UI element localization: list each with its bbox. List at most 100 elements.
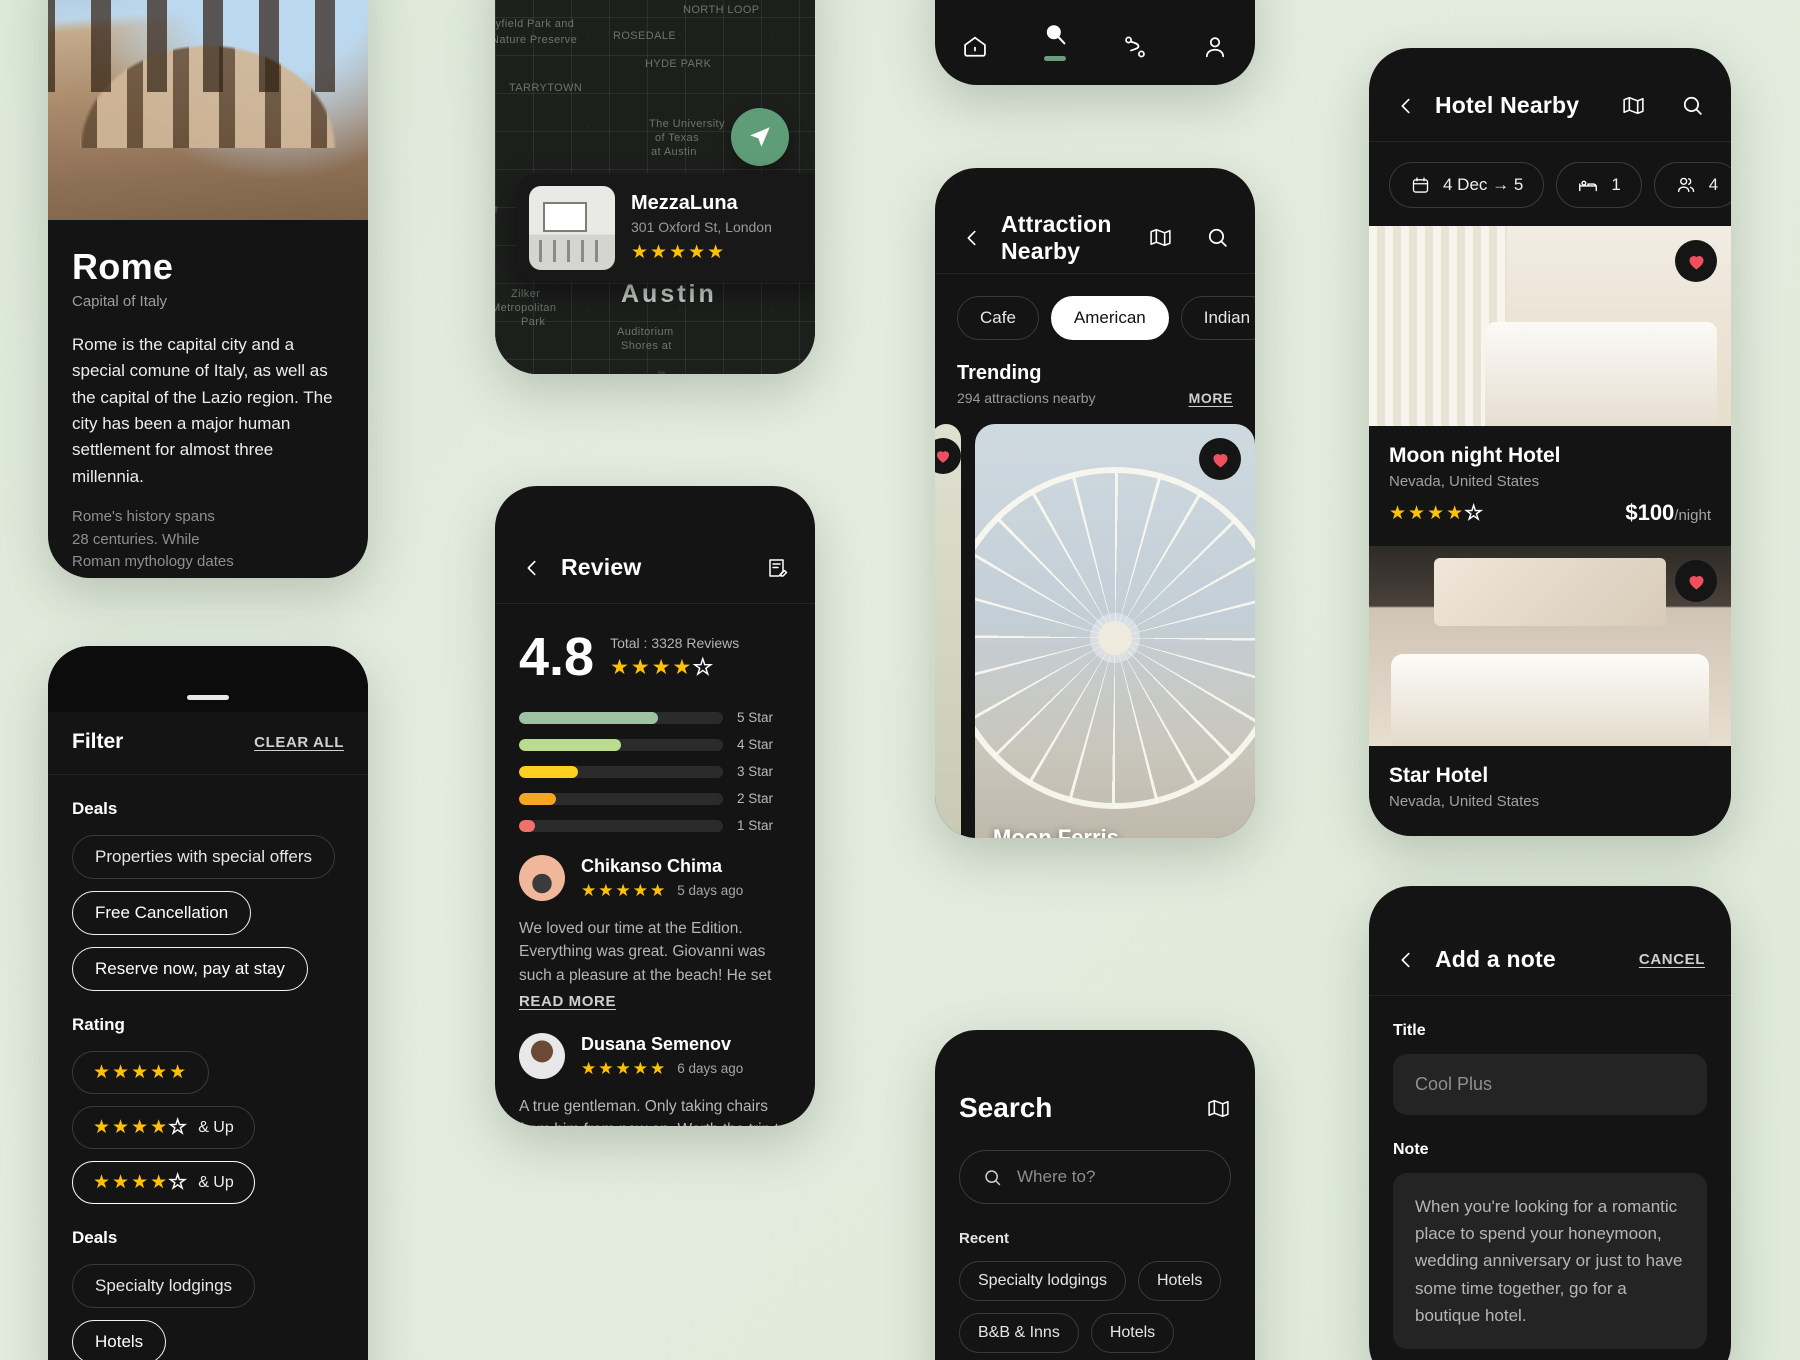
filter-chip-guests[interactable]: 4: [1653, 162, 1731, 208]
attraction-card-peek[interactable]: [935, 424, 961, 838]
filter-chip-specialty-lodgings[interactable]: Specialty lodgings: [72, 1264, 256, 1308]
back-icon[interactable]: [521, 557, 543, 579]
search-placeholder: Where to?: [1017, 1167, 1096, 1186]
search-icon: [982, 1167, 1003, 1188]
title-input[interactable]: Cool Plus: [1393, 1054, 1707, 1115]
hotel-name: Star Hotel: [1389, 764, 1489, 787]
attraction-header: Attraction Nearby: [935, 202, 1255, 274]
review-item: Dusana Semenov ★★★★★ 6 days ago A true g…: [519, 1011, 791, 1126]
drag-handle[interactable]: [187, 695, 229, 700]
nav-item-profile[interactable]: [1201, 33, 1229, 61]
add-note-screen: Add a note CANCEL Title Cool Plus Note W…: [1369, 886, 1731, 1360]
filter-sheet: Filter CLEAR ALL Deals Properties with s…: [48, 646, 368, 1360]
recent-chip-hotels[interactable]: Hotels: [1137, 1261, 1222, 1301]
back-icon[interactable]: [1395, 949, 1417, 971]
nav-item-search[interactable]: [1041, 20, 1069, 61]
rating-chip-5[interactable]: ★★★★★: [72, 1051, 210, 1094]
hotel-card-moon-night[interactable]: Moon night Hotel Nevada, United States ★…: [1369, 226, 1731, 546]
hotel-filter-row: 4 Dec → 5 1 4: [1369, 142, 1731, 226]
page-title: Add a note: [1435, 946, 1556, 972]
price-unit: /night: [1674, 507, 1711, 524]
search-title-row: Search: [959, 1092, 1231, 1124]
place-name: MezzaLuna: [631, 192, 738, 214]
locate-me-button[interactable]: [731, 108, 789, 166]
back-icon[interactable]: [1395, 95, 1417, 117]
rating-chip-4-up[interactable]: ★★★★★ & Up: [72, 1106, 255, 1149]
filter-chip-rooms[interactable]: 1: [1556, 162, 1642, 208]
category-chip-indian[interactable]: Indian: [1180, 296, 1255, 340]
attraction-image: [975, 424, 1255, 838]
place-address: 301 Oxford St, London: [631, 219, 772, 235]
price-amount: $100: [1625, 500, 1675, 525]
rome-hero-image: [48, 0, 368, 220]
filter-label: 1: [1611, 175, 1621, 194]
nav-item-route[interactable]: [1121, 33, 1149, 61]
clear-all-button[interactable]: CLEAR ALL: [254, 734, 344, 751]
category-chip-american[interactable]: American: [1050, 296, 1169, 340]
favorite-heart-icon[interactable]: [1199, 438, 1241, 480]
recent-chip-bnb-inns[interactable]: B&B & Inns: [959, 1313, 1079, 1353]
rome-detail-card: Rome Capital of Italy Rome is the capita…: [48, 0, 368, 578]
user-icon: [1201, 33, 1229, 61]
bar-row: 2 Star: [519, 791, 791, 806]
search-icon[interactable]: [1205, 225, 1230, 250]
attraction-card-moon-ferris[interactable]: Moon Ferris 350 Oxford St, London: [975, 424, 1255, 838]
favorite-heart-icon[interactable]: [1675, 240, 1717, 282]
search-input[interactable]: Where to?: [959, 1150, 1231, 1204]
favorite-heart-icon[interactable]: [935, 438, 961, 474]
more-link[interactable]: MORE: [1189, 390, 1233, 406]
search-icon[interactable]: [1680, 93, 1705, 118]
hotel-card-star-hotel[interactable]: Star Hotel Nevada, United States: [1369, 546, 1731, 830]
attraction-card-scroller[interactable]: Moon Ferris 350 Oxford St, London So Isl…: [935, 406, 1255, 838]
total-reviews: Total : 3328 Reviews: [610, 634, 740, 651]
back-icon[interactable]: [961, 227, 983, 249]
filter-body: Deals Properties with special offers Fre…: [48, 799, 368, 1360]
bottom-nav-bar: [935, 0, 1255, 85]
recent-chip-specialty-lodgings[interactable]: Specialty lodgings: [959, 1261, 1126, 1301]
hotel-image: [1369, 226, 1731, 426]
map-icon[interactable]: [1148, 225, 1173, 250]
filter-chip-free-cancellation[interactable]: Free Cancellation: [72, 891, 252, 935]
hotel-location: Nevada, United States: [1389, 793, 1540, 810]
bar-track: [519, 711, 723, 724]
filter-chip-reserve-now[interactable]: Reserve now, pay at stay: [72, 947, 308, 991]
route-icon: [1121, 33, 1149, 61]
map-card[interactable]: NORTH LOOP ROSEDALE HYDE PARK TARRYTOWN …: [495, 0, 815, 374]
note-textarea[interactable]: When you're looking for a romantic place…: [1393, 1173, 1707, 1349]
place-thumbnail: [529, 186, 615, 270]
page-title: Search: [959, 1092, 1053, 1123]
rome-secondary-row: Rome's history spans 28 centuries. While…: [72, 490, 344, 578]
recent-chip-hotels-2[interactable]: Hotels: [1090, 1313, 1175, 1353]
hotel-name: Moon night Hotel: [1389, 444, 1561, 467]
favorite-heart-icon[interactable]: [1675, 560, 1717, 602]
read-more-link[interactable]: READ MORE: [519, 993, 616, 1010]
map-icon[interactable]: [1621, 93, 1646, 118]
star-rating: ★★★★★: [610, 655, 715, 679]
avatar: [519, 855, 565, 901]
bar-label: 1 Star: [737, 818, 774, 833]
filter-label: 4: [1708, 175, 1719, 194]
bar-fill: [519, 819, 536, 832]
calendar-icon: [1410, 175, 1431, 196]
rating-chip-4-up-selected[interactable]: ★★★★★ & Up: [72, 1161, 255, 1204]
filter-chip-special-offers[interactable]: Properties with special offers: [72, 835, 336, 879]
review-text: A true gentleman. Only taking chairs fro…: [519, 1098, 787, 1126]
bar-fill: [519, 765, 579, 778]
cancel-button[interactable]: CANCEL: [1639, 951, 1705, 968]
hotel-info: Star Hotel Nevada, United States: [1369, 746, 1731, 830]
avatar: [519, 1033, 565, 1079]
star-rating: ★★★★★: [1389, 502, 1485, 524]
write-review-icon[interactable]: [765, 556, 789, 580]
nav-item-home[interactable]: [961, 33, 989, 61]
star-rating: ★★★★★: [93, 1171, 189, 1193]
category-chip-cafe[interactable]: Cafe: [957, 296, 1039, 340]
bar-track: [519, 765, 723, 778]
bar-row: 4 Star: [519, 737, 791, 752]
map-place-card[interactable]: MezzaLuna 301 Oxford St, London ★★★★★: [517, 174, 815, 282]
filter-chip-hotels[interactable]: Hotels: [72, 1320, 167, 1360]
filter-chip-dates[interactable]: 4 Dec → 5: [1389, 162, 1545, 208]
map-icon[interactable]: [1206, 1096, 1231, 1121]
page-title: Attraction Nearby: [1001, 210, 1112, 264]
hotel-info: Moon night Hotel Nevada, United States ★…: [1369, 426, 1731, 546]
page-title: Rome: [72, 246, 174, 287]
